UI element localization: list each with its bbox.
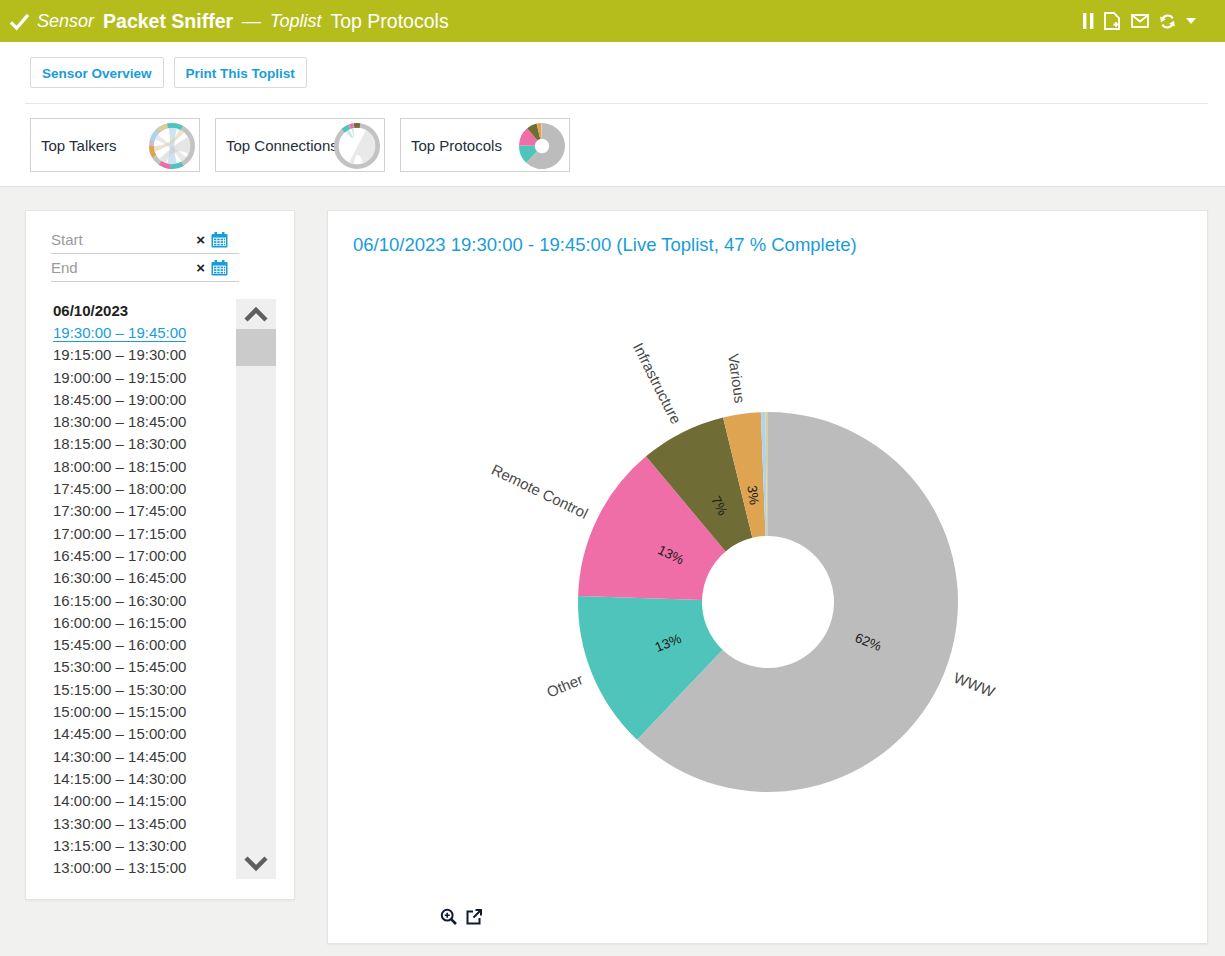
- time-range-item[interactable]: 14:45:00 – 15:00:00: [53, 725, 186, 747]
- top-protocols-thumbnail: [518, 122, 566, 170]
- toolbar: Sensor Overview Print This Toplist: [30, 57, 307, 88]
- breadcrumb-sensor-label: Sensor: [37, 11, 94, 32]
- time-range-item[interactable]: 19:30:00 – 19:45:00: [53, 324, 186, 346]
- tab-top-protocols[interactable]: Top Protocols: [400, 118, 570, 172]
- time-range-item[interactable]: 18:45:00 – 19:00:00: [53, 391, 186, 413]
- divider: [25, 103, 1208, 104]
- time-range-item[interactable]: 13:00:00 – 13:15:00: [53, 859, 186, 881]
- time-range-item[interactable]: 15:00:00 – 15:15:00: [53, 703, 186, 725]
- scroll-up-icon[interactable]: [243, 305, 269, 325]
- external-link-icon[interactable]: [465, 908, 483, 926]
- start-date-input[interactable]: [51, 231, 196, 248]
- header-bar: Sensor Packet Sniffer — Toplist Top Prot…: [0, 0, 1225, 42]
- tab-top-talkers[interactable]: Top Talkers: [30, 118, 200, 172]
- print-toplist-button[interactable]: Print This Toplist: [174, 57, 307, 88]
- time-range-item[interactable]: 18:00:00 – 18:15:00: [53, 458, 186, 480]
- divider: [0, 186, 1225, 187]
- sensor-name[interactable]: Packet Sniffer: [103, 10, 233, 33]
- slice-name-label: Other: [544, 670, 585, 700]
- time-range-item[interactable]: 15:30:00 – 15:45:00: [53, 658, 186, 680]
- time-range-item[interactable]: 16:30:00 – 16:45:00: [53, 569, 186, 591]
- time-range-item[interactable]: 16:15:00 – 16:30:00: [53, 592, 186, 614]
- slice-name-label: Infrastructure: [630, 340, 685, 427]
- clear-end-icon[interactable]: ×: [196, 260, 205, 275]
- toplist-name: Top Protocols: [330, 10, 448, 33]
- tab-label: Top Talkers: [41, 137, 117, 154]
- time-filter-panel: × × 06/10/2023 19:30:00 – 19:45:0019:15:…: [25, 210, 295, 900]
- time-range-item[interactable]: 15:45:00 – 16:00:00: [53, 636, 186, 658]
- time-range-item[interactable]: 19:00:00 – 19:15:00: [53, 369, 186, 391]
- sensor-overview-button[interactable]: Sensor Overview: [30, 57, 164, 88]
- date-header: 06/10/2023: [53, 302, 128, 319]
- end-date-input[interactable]: [51, 259, 196, 276]
- end-date-row: ×: [51, 254, 239, 282]
- time-range-item[interactable]: 16:45:00 – 17:00:00: [53, 547, 186, 569]
- slice-name-label: Various: [725, 352, 749, 404]
- tab-label: Top Connections: [226, 137, 338, 154]
- breadcrumb-separator: —: [242, 10, 261, 32]
- time-range-item[interactable]: 18:15:00 – 18:30:00: [53, 435, 186, 457]
- start-calendar-icon[interactable]: [211, 232, 228, 248]
- time-range-item[interactable]: 14:15:00 – 14:30:00: [53, 770, 186, 792]
- pause-icon[interactable]: [1083, 13, 1094, 29]
- end-calendar-icon[interactable]: [211, 260, 228, 276]
- time-range-item[interactable]: 14:30:00 – 14:45:00: [53, 748, 186, 770]
- time-range-item[interactable]: 14:00:00 – 14:15:00: [53, 792, 186, 814]
- top-talkers-thumbnail: [148, 122, 196, 170]
- start-date-row: ×: [51, 226, 239, 254]
- time-range-item[interactable]: 17:30:00 – 17:45:00: [53, 502, 186, 524]
- breadcrumb-toplist-label: Toplist: [270, 11, 321, 32]
- time-range-item[interactable]: 18:30:00 – 18:45:00: [53, 413, 186, 435]
- time-range-item[interactable]: 19:15:00 – 19:30:00: [53, 346, 186, 368]
- time-range-item[interactable]: 15:15:00 – 15:30:00: [53, 681, 186, 703]
- tab-top-connections[interactable]: Top Connections: [215, 118, 385, 172]
- scroll-down-icon[interactable]: [243, 853, 269, 873]
- scrollbar-thumb[interactable]: [236, 329, 276, 366]
- scrollbar[interactable]: [236, 299, 276, 879]
- time-range-item[interactable]: 13:30:00 – 13:45:00: [53, 815, 186, 837]
- add-report-icon[interactable]: [1104, 12, 1121, 30]
- status-check-icon: [9, 12, 30, 31]
- top-connections-thumbnail: [333, 122, 381, 170]
- time-range-item[interactable]: 17:45:00 – 18:00:00: [53, 480, 186, 502]
- clear-start-icon[interactable]: ×: [196, 232, 205, 247]
- time-range-item[interactable]: 13:15:00 – 13:30:00: [53, 837, 186, 859]
- slice-name-label: Remote Control: [489, 461, 591, 522]
- caret-down-icon[interactable]: [1186, 18, 1196, 24]
- refresh-icon[interactable]: [1159, 13, 1176, 30]
- zoom-in-icon[interactable]: [440, 908, 458, 926]
- protocol-donut-chart: 62%WWW13%Other13%Remote Control7%Infrast…: [328, 211, 1209, 945]
- toplist-chart-panel: 06/10/2023 19:30:00 - 19:45:00 (Live Top…: [327, 210, 1208, 944]
- time-range-item[interactable]: 16:00:00 – 16:15:00: [53, 614, 186, 636]
- slice-percent-label: 3%: [744, 484, 762, 505]
- email-icon[interactable]: [1131, 14, 1149, 28]
- time-range-list: 19:30:00 – 19:45:0019:15:00 – 19:30:0019…: [53, 324, 186, 881]
- time-range-item[interactable]: 17:00:00 – 17:15:00: [53, 525, 186, 547]
- tab-label: Top Protocols: [411, 137, 502, 154]
- slice-name-label: WWW: [951, 669, 998, 701]
